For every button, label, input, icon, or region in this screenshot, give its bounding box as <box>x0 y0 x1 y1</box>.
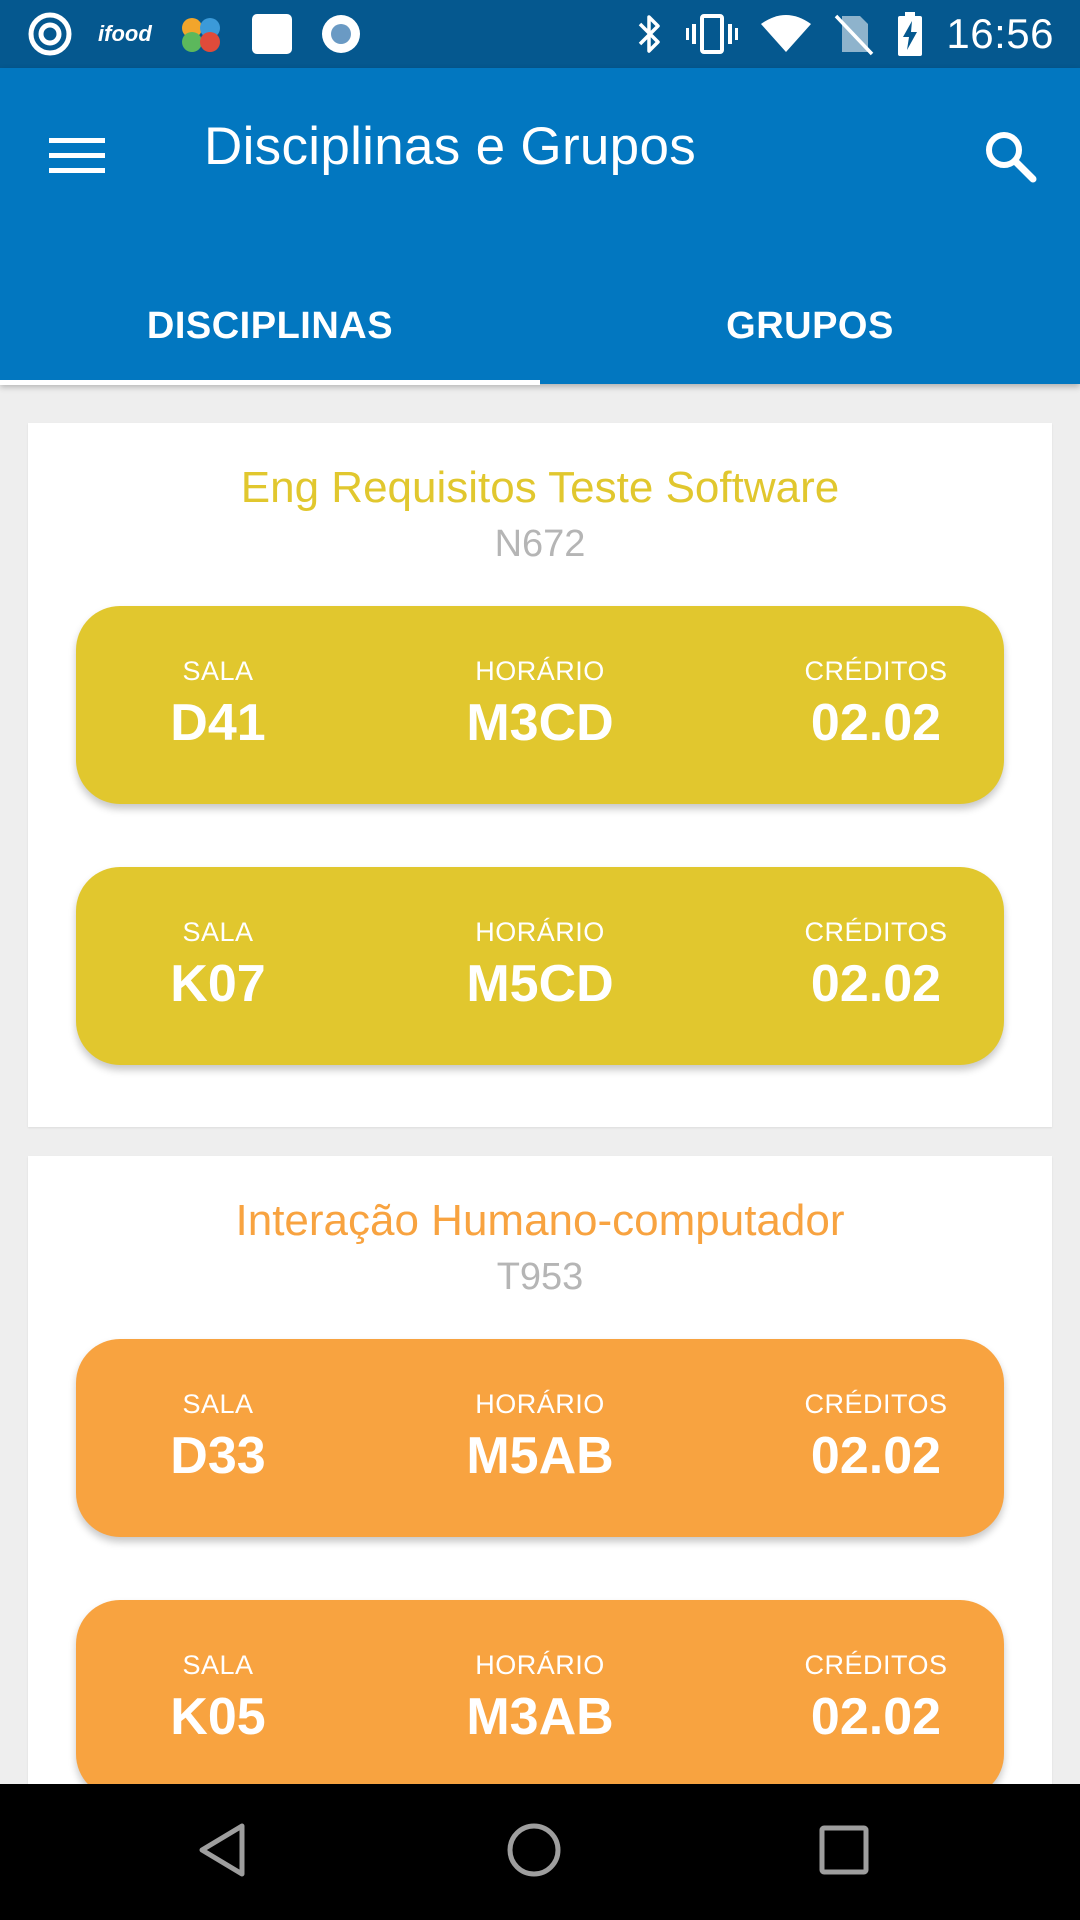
sala-label: SALA <box>182 917 254 947</box>
creditos-column: CRÉDITOS 02.02 <box>796 1387 956 1487</box>
sala-column: SALA K07 <box>128 915 308 1015</box>
horario-value: M3AB <box>466 1688 614 1746</box>
course-name: Eng Requisitos Teste Software <box>240 463 840 512</box>
horario-label: HORÁRIO <box>475 656 605 686</box>
sala-value: D41 <box>170 694 266 752</box>
no-sim-icon <box>834 12 874 56</box>
app-bar: Disciplinas e Grupos DISCIPLINAS GRUPOS <box>0 68 1080 385</box>
class-item[interactable]: SALA K07 HORÁRIO M5CD CRÉDITOS 02.02 <box>76 867 1004 1065</box>
vibrate-icon <box>686 12 739 56</box>
class-item[interactable]: SALA D33 HORÁRIO M5AB CRÉDITOS 02.02 <box>76 1339 1004 1537</box>
hamburger-menu-icon <box>49 136 105 181</box>
recents-icon <box>818 1824 870 1881</box>
page-title: Disciplinas e Grupos <box>204 117 697 176</box>
course-card: Interação Humano-computador T953 SALA D3… <box>28 1156 1052 1784</box>
circle-app-icon <box>320 13 362 55</box>
tab-disciplinas[interactable]: DISCIPLINAS <box>0 268 540 384</box>
horario-label: HORÁRIO <box>475 917 605 947</box>
horario-label: HORÁRIO <box>475 1650 605 1680</box>
status-bar: ifood 16:56 <box>0 0 1080 68</box>
tab-bar: DISCIPLINAS GRUPOS <box>0 268 1080 384</box>
class-item[interactable]: SALA D41 HORÁRIO M3CD CRÉDITOS 02.02 <box>76 606 1004 804</box>
square-app-icon <box>250 12 294 56</box>
navigation-bar <box>0 1784 1080 1920</box>
battery-charging-icon <box>896 12 924 56</box>
home-button[interactable] <box>494 1812 574 1892</box>
ifood-icon: ifood <box>98 21 152 46</box>
sala-value: D33 <box>170 1427 266 1485</box>
horario-column: HORÁRIO M3CD <box>450 654 630 754</box>
sala-label: SALA <box>182 656 254 686</box>
course-code: T953 <box>496 1256 584 1298</box>
creditos-value: 02.02 <box>810 694 942 752</box>
course-card: Eng Requisitos Teste Software N672 SALA … <box>28 423 1052 1127</box>
wifi-icon <box>760 14 812 54</box>
horario-column: HORÁRIO M5CD <box>450 915 630 1015</box>
horario-value: M5AB <box>466 1427 614 1485</box>
home-icon <box>506 1822 562 1883</box>
menu-button[interactable] <box>42 123 112 193</box>
sala-value: K07 <box>170 955 266 1013</box>
back-icon <box>196 1822 248 1883</box>
tab-grupos[interactable]: GRUPOS <box>540 268 1080 384</box>
horario-value: M3CD <box>466 694 614 752</box>
sala-column: SALA D41 <box>128 654 308 754</box>
search-icon <box>983 129 1037 188</box>
creditos-value: 02.02 <box>810 1688 942 1746</box>
creditos-label: CRÉDITOS <box>804 1389 948 1419</box>
horario-column: HORÁRIO M5AB <box>450 1387 630 1487</box>
back-button[interactable] <box>182 1812 262 1892</box>
creditos-label: CRÉDITOS <box>804 1650 948 1680</box>
pinterest-like-icon <box>28 12 72 56</box>
creditos-column: CRÉDITOS 02.02 <box>796 654 956 754</box>
course-list[interactable]: Eng Requisitos Teste Software N672 SALA … <box>0 384 1080 1784</box>
horario-value: M5CD <box>466 955 614 1013</box>
status-time: 16:56 <box>946 10 1054 57</box>
sala-label: SALA <box>182 1389 254 1419</box>
horario-label: HORÁRIO <box>475 1389 605 1419</box>
recents-button[interactable] <box>804 1812 884 1892</box>
creditos-label: CRÉDITOS <box>804 656 948 686</box>
search-button[interactable] <box>970 118 1050 198</box>
horario-column: HORÁRIO M3AB <box>450 1648 630 1748</box>
creditos-column: CRÉDITOS 02.02 <box>796 915 956 1015</box>
sala-value: K05 <box>170 1688 266 1746</box>
creditos-label: CRÉDITOS <box>804 917 948 947</box>
bluetooth-icon <box>634 12 664 56</box>
course-name: Interação Humano-computador <box>235 1196 845 1245</box>
creditos-value: 02.02 <box>810 955 942 1013</box>
course-code: N672 <box>494 523 586 565</box>
class-item[interactable]: SALA K05 HORÁRIO M3AB CRÉDITOS 02.02 <box>76 1600 1004 1784</box>
notification-icons: ifood <box>28 12 362 56</box>
creditos-value: 02.02 <box>810 1427 942 1485</box>
puzzle-app-icon <box>178 14 224 54</box>
sala-column: SALA K05 <box>128 1648 308 1748</box>
sala-label: SALA <box>182 1650 254 1680</box>
sala-column: SALA D33 <box>128 1387 308 1487</box>
system-status-icons: 16:56 <box>634 10 1054 57</box>
creditos-column: CRÉDITOS 02.02 <box>796 1648 956 1748</box>
